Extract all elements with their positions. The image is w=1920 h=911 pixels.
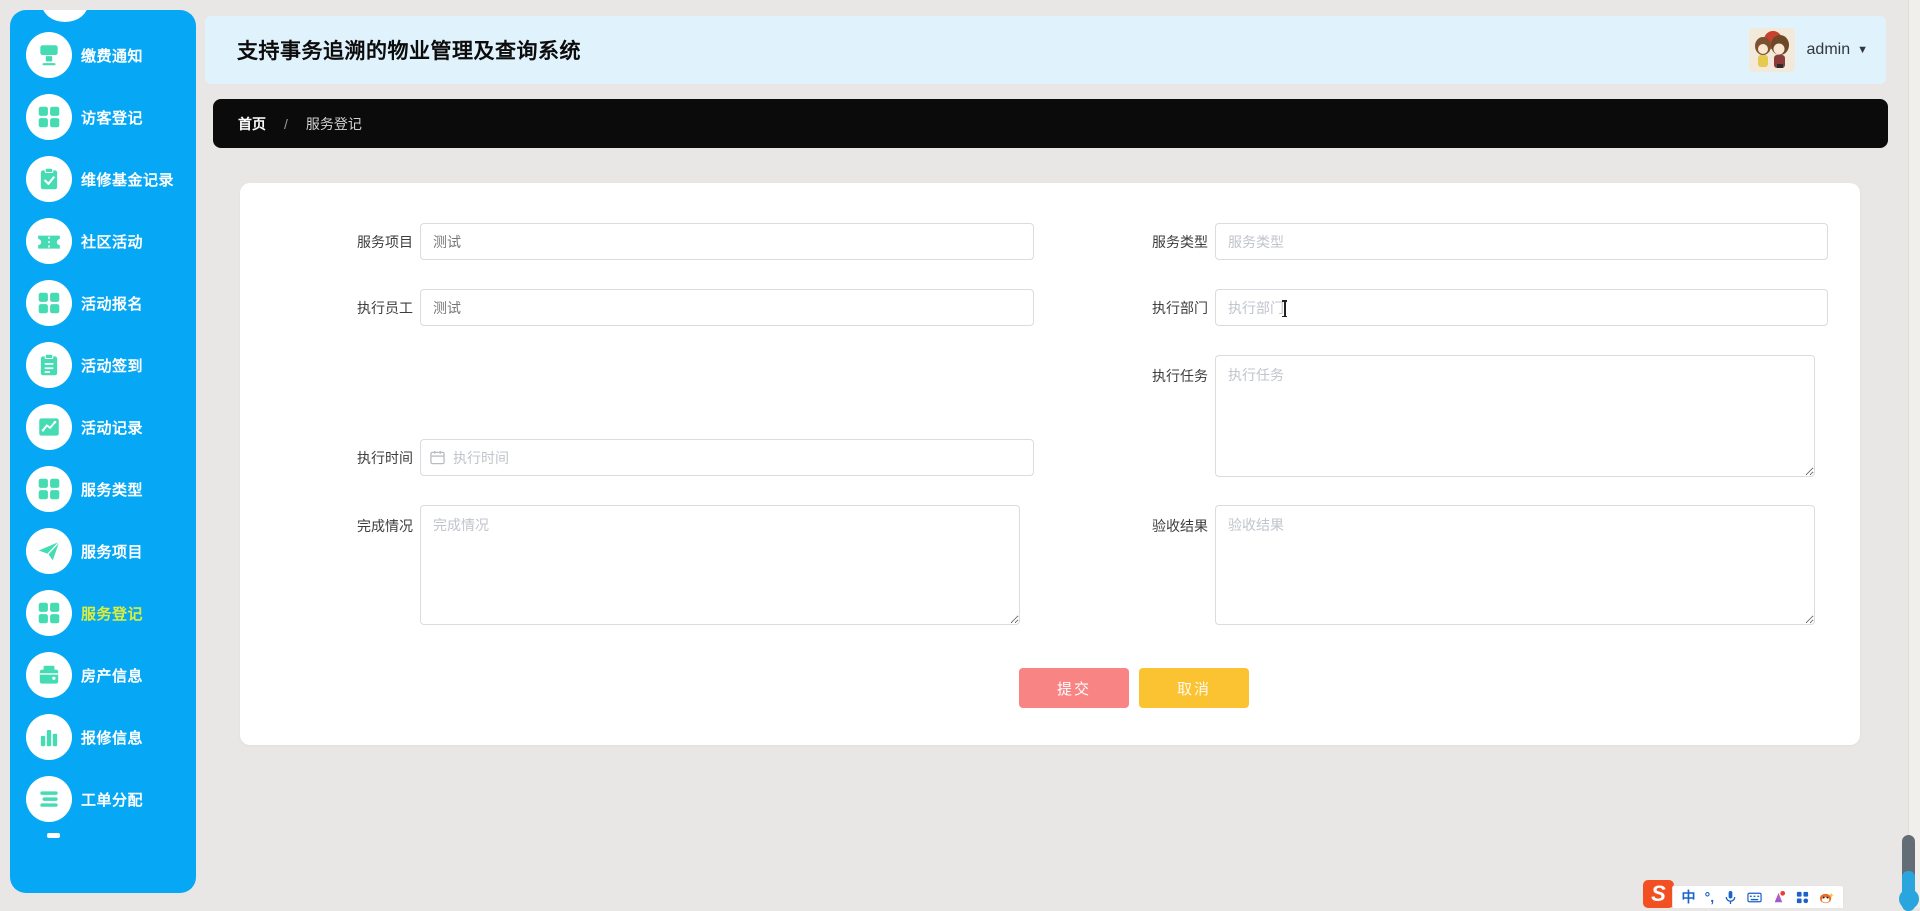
- paper-plane-icon: [26, 528, 72, 574]
- sidebar-item-label: 活动签到: [81, 357, 144, 375]
- sidebar-item-visitor-register[interactable]: 访客登记: [10, 86, 196, 148]
- sidebar-item-label: 报修信息: [81, 729, 144, 747]
- completion-label: 完成情况: [357, 518, 413, 534]
- submit-button[interactable]: 提交: [1019, 668, 1129, 708]
- skin-icon[interactable]: [1771, 890, 1786, 905]
- grid-icon: [26, 466, 72, 512]
- exec-task-label: 执行任务: [1152, 368, 1208, 384]
- sidebar-item-label: 房产信息: [81, 667, 144, 685]
- chinese-mode-icon[interactable]: 中: [1682, 890, 1696, 904]
- punctuation-icon[interactable]: °,: [1705, 890, 1715, 904]
- sidebar-item-activity-checkin[interactable]: 活动签到: [10, 334, 196, 396]
- clipboard-icon: [26, 342, 72, 388]
- service-type-label: 服务类型: [1152, 233, 1208, 250]
- wallet-icon: [26, 652, 72, 698]
- sidebar-item-payment-notice[interactable]: 缴费通知: [10, 24, 196, 86]
- grid-icon: [26, 590, 72, 636]
- sidebar: 缴费通知 访客登记 维修基金记录 社区活动 活动报名 活动签到 活动记录 服务类…: [10, 10, 196, 893]
- emoji-icon[interactable]: [1819, 890, 1835, 905]
- ticket-icon: [26, 218, 72, 264]
- username: admin: [1806, 41, 1851, 58]
- scrolled-item-icon-fragment: [42, 10, 88, 22]
- toolbox-grid-icon[interactable]: [1795, 890, 1810, 905]
- sidebar-item-community-activity[interactable]: 社区活动: [10, 210, 196, 272]
- form-card: 服务项目 服务类型 执行员工 执行部门 执行任务 执行时间 完成情况: [240, 183, 1860, 745]
- grid-icon: [26, 94, 72, 140]
- breadcrumb-current: 服务登记: [305, 115, 362, 132]
- sidebar-item-label: 工单分配: [81, 791, 144, 809]
- acceptance-textarea[interactable]: [1215, 505, 1815, 625]
- sidebar-item-label: 服务类型: [81, 481, 144, 499]
- sidebar-item-label: 服务登记: [81, 605, 144, 623]
- sidebar-item-label: 活动报名: [81, 295, 144, 313]
- service-project-label: 服务项目: [357, 233, 413, 250]
- sidebar-item-repair-fund-record[interactable]: 维修基金记录: [10, 148, 196, 210]
- sidebar-item-activity-signup[interactable]: 活动报名: [10, 272, 196, 334]
- payment-icon: [26, 32, 72, 78]
- keyboard-icon[interactable]: [1747, 890, 1762, 905]
- exec-task-textarea[interactable]: [1215, 355, 1815, 477]
- exec-staff-label: 执行员工: [357, 299, 413, 316]
- avatar[interactable]: [1748, 28, 1795, 72]
- sidebar-item-label: 访客登记: [81, 109, 144, 127]
- list-icon: [26, 776, 72, 822]
- cancel-button[interactable]: 取消: [1139, 668, 1249, 708]
- sidebar-item-label: 缴费通知: [81, 47, 144, 65]
- grid-icon: [26, 280, 72, 326]
- scrolled-item-fragment: [47, 833, 60, 838]
- page-title: 支持事务追溯的物业管理及查询系统: [237, 40, 581, 63]
- chart-line-icon: [26, 404, 72, 450]
- sidebar-item-label: 活动记录: [81, 419, 144, 437]
- exec-time-input[interactable]: [420, 439, 1034, 476]
- exec-department-input[interactable]: [1215, 289, 1828, 326]
- chevron-down-icon: ▼: [1857, 44, 1868, 56]
- sidebar-item-service-register[interactable]: 服务登记: [10, 582, 196, 644]
- clipboard-check-icon: [26, 156, 72, 202]
- microphone-icon[interactable]: [1723, 890, 1738, 905]
- breadcrumb: 首页 / 服务登记: [213, 99, 1888, 148]
- ime-toolbar: 中 °,: [1672, 885, 1844, 908]
- sogou-logo-icon[interactable]: S: [1643, 880, 1674, 908]
- exec-department-label: 执行部门: [1152, 299, 1208, 316]
- scrollbar-track[interactable]: [1908, 0, 1920, 908]
- header-bar: 支持事务追溯的物业管理及查询系统 admin ▼: [205, 16, 1886, 84]
- service-project-input[interactable]: [420, 223, 1034, 260]
- bar-chart-icon: [26, 714, 72, 760]
- acceptance-label: 验收结果: [1152, 518, 1208, 534]
- completion-textarea[interactable]: [420, 505, 1020, 625]
- breadcrumb-separator: /: [284, 115, 288, 132]
- sidebar-item-workorder-assign[interactable]: 工单分配: [10, 768, 196, 830]
- sidebar-item-label: 服务项目: [81, 543, 144, 561]
- sidebar-item-activity-record[interactable]: 活动记录: [10, 396, 196, 458]
- sidebar-item-repair-info[interactable]: 报修信息: [10, 706, 196, 768]
- sidebar-item-service-project[interactable]: 服务项目: [10, 520, 196, 582]
- thermometer-indicator: [1899, 835, 1919, 911]
- sidebar-item-service-type[interactable]: 服务类型: [10, 458, 196, 520]
- breadcrumb-home-link[interactable]: 首页: [238, 114, 266, 134]
- exec-staff-input[interactable]: [420, 289, 1034, 326]
- sidebar-item-label: 社区活动: [81, 233, 144, 251]
- exec-time-label: 执行时间: [357, 449, 413, 466]
- service-type-input[interactable]: [1215, 223, 1828, 260]
- user-menu[interactable]: admin ▼: [1748, 16, 1868, 84]
- sidebar-item-property-info[interactable]: 房产信息: [10, 644, 196, 706]
- sidebar-item-label: 维修基金记录: [81, 171, 175, 189]
